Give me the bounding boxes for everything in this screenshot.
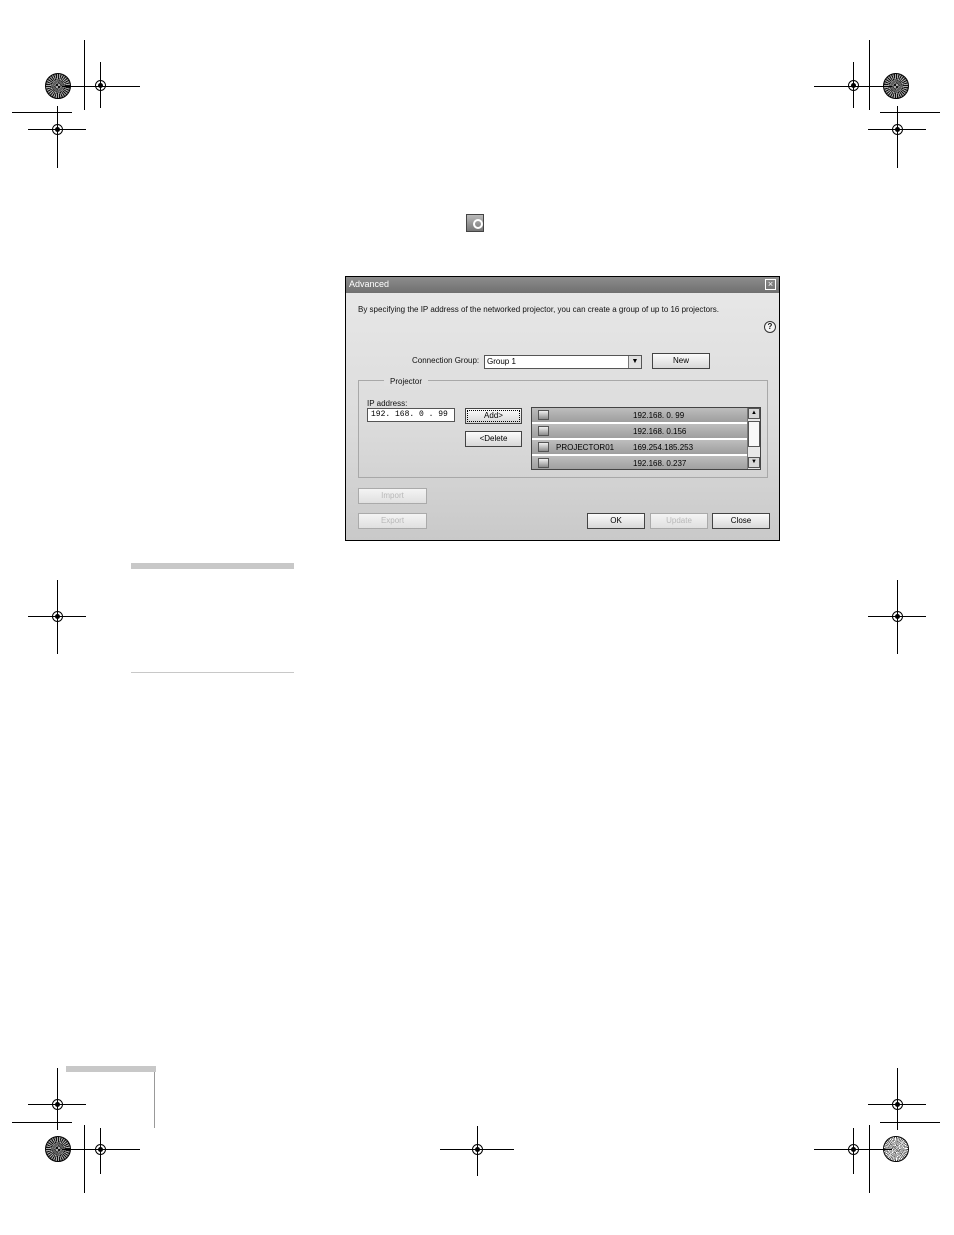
list-item[interactable]: 192.168. 0.156 — [532, 424, 747, 439]
registration-target — [472, 1144, 483, 1155]
unknown-projector-icon — [538, 458, 549, 468]
note-top-rule — [131, 563, 294, 569]
page-edge-line — [154, 1066, 155, 1128]
unknown-projector-icon — [538, 426, 549, 436]
search-projector-icon — [538, 410, 549, 420]
ip-address-input[interactable]: 192. 168. 0 . 99 — [367, 408, 455, 422]
dialog-titlebar: Advanced × — [346, 277, 779, 293]
list-item[interactable]: 192.168. 0. 99 — [532, 408, 747, 423]
scroll-up-icon[interactable]: ▲ — [748, 408, 760, 419]
registration-target — [95, 1144, 106, 1155]
crop-line — [12, 1122, 72, 1123]
registration-target — [52, 124, 63, 135]
list-scrollbar[interactable]: ▲ ▼ — [747, 408, 760, 469]
crop-line — [869, 1125, 870, 1193]
delete-button[interactable]: <Delete — [465, 431, 522, 447]
projector-icon — [538, 442, 549, 452]
close-button[interactable]: Close — [712, 513, 770, 529]
import-button[interactable]: Import — [358, 488, 427, 504]
registration-target — [892, 1099, 903, 1110]
registration-target — [848, 1144, 859, 1155]
crop-line — [84, 40, 85, 110]
crop-line — [869, 40, 870, 110]
connection-group-value: Group 1 — [487, 357, 516, 366]
registration-target — [892, 124, 903, 135]
crop-line — [100, 62, 101, 108]
registration-target — [892, 611, 903, 622]
list-item[interactable]: PROJECTOR01 169.254.185.253 — [532, 440, 747, 455]
registration-target — [52, 1099, 63, 1110]
connection-group-label: Connection Group: — [412, 356, 480, 365]
projector-ip: 192.168. 0. 99 — [633, 411, 685, 420]
chevron-down-icon[interactable]: ▼ — [628, 356, 641, 368]
projector-ip: 192.168. 0.237 — [633, 459, 687, 468]
ip-address-label: IP address: — [367, 399, 408, 408]
projector-group-label: Projector — [384, 377, 429, 386]
projector-ip: 169.254.185.253 — [633, 443, 694, 452]
crop-line — [880, 112, 940, 113]
connection-group-select[interactable]: Group 1 ▼ — [484, 355, 642, 369]
help-icon[interactable]: ? — [764, 321, 776, 333]
update-button[interactable]: Update — [650, 513, 708, 529]
note-bottom-rule — [131, 672, 294, 673]
registration-target — [848, 80, 859, 91]
add-button[interactable]: Add> — [465, 408, 522, 424]
crop-line — [84, 1125, 85, 1193]
dialog-description: By specifying the IP address of the netw… — [358, 305, 719, 314]
dialog-title: Advanced — [349, 279, 390, 289]
footer-rule — [66, 1066, 156, 1072]
new-button[interactable]: New — [652, 353, 710, 369]
crop-line — [897, 106, 898, 168]
projector-ip: 192.168. 0.156 — [633, 427, 687, 436]
crop-line — [880, 1122, 940, 1123]
scrollbar-thumb[interactable] — [748, 421, 760, 447]
crop-line — [12, 112, 72, 113]
close-icon[interactable]: × — [765, 279, 776, 290]
advanced-dialog: Advanced × By specifying the IP address … — [345, 276, 780, 541]
export-button[interactable]: Export — [358, 513, 427, 529]
scroll-down-icon[interactable]: ▼ — [748, 457, 760, 468]
list-item[interactable]: 192.168. 0.237 — [532, 456, 747, 469]
projector-list[interactable]: 192.168. 0. 99 192.168. 0.156 PROJECTOR0… — [531, 407, 761, 470]
crop-line — [57, 106, 58, 168]
registration-target — [52, 611, 63, 622]
advanced-search-icon — [466, 214, 484, 232]
ok-button[interactable]: OK — [587, 513, 645, 529]
projector-name: PROJECTOR01 — [556, 443, 615, 452]
